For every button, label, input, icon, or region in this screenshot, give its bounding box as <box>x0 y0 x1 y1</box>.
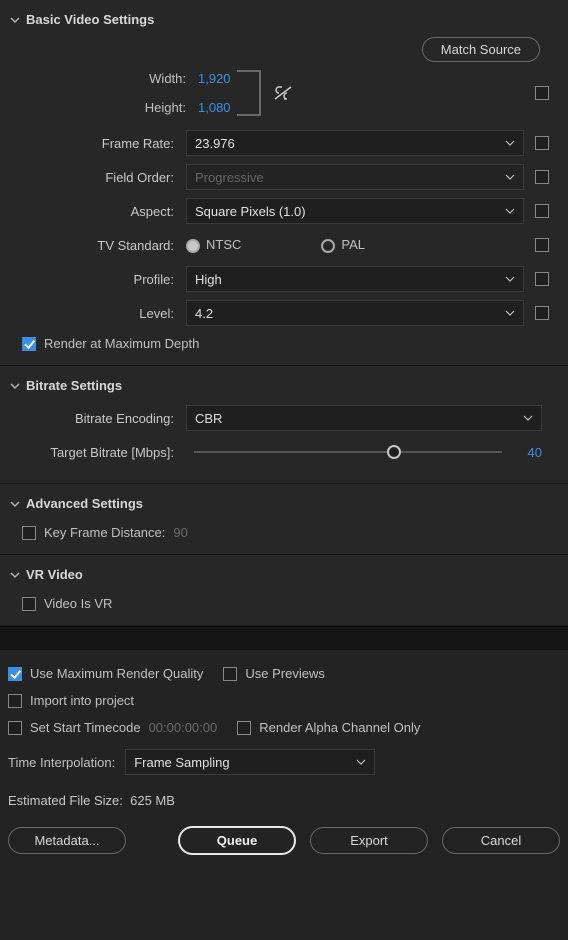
export-button[interactable]: Export <box>310 827 428 854</box>
time-interpolation-label: Time Interpolation: <box>8 755 115 770</box>
chevron-down-icon <box>505 306 515 321</box>
target-bitrate-label: Target Bitrate [Mbps]: <box>8 445 186 460</box>
target-bitrate-slider[interactable] <box>194 451 502 453</box>
aspect-label: Aspect: <box>8 204 186 219</box>
import-project-checkbox[interactable] <box>8 694 22 708</box>
chevron-down-icon <box>505 136 515 151</box>
chevron-down-icon[interactable] <box>10 499 20 509</box>
timecode-value: 00:00:00:00 <box>149 720 218 735</box>
footer: Use Maximum Render Quality Use Previews … <box>0 650 568 867</box>
frame-rate-dropdown[interactable]: 23.976 <box>186 130 524 156</box>
use-previews-checkbox[interactable] <box>223 667 237 681</box>
use-max-quality-label: Use Maximum Render Quality <box>30 666 203 681</box>
chevron-down-icon <box>505 204 515 219</box>
match-source-button[interactable]: Match Source <box>422 37 540 62</box>
render-max-depth-checkbox[interactable] <box>22 337 36 351</box>
divider <box>0 626 568 650</box>
set-start-timecode-label: Set Start Timecode <box>30 720 141 735</box>
section-basic-video: Basic Video Settings Match Source Width:… <box>0 0 568 366</box>
frame-rate-label: Frame Rate: <box>8 136 186 151</box>
tv-standard-label: TV Standard: <box>8 238 186 253</box>
profile-dropdown[interactable]: High <box>186 266 524 292</box>
keyframe-distance-label: Key Frame Distance: <box>44 525 165 540</box>
chevron-down-icon[interactable] <box>10 381 20 391</box>
height-label: Height: <box>145 100 186 115</box>
tv-standard-lock-checkbox[interactable] <box>535 238 549 252</box>
keyframe-distance-value: 90 <box>173 525 187 540</box>
render-alpha-checkbox[interactable] <box>237 721 251 735</box>
ntsc-radio[interactable]: NTSC <box>186 237 241 253</box>
bitrate-encoding-label: Bitrate Encoding: <box>8 411 186 426</box>
chevron-down-icon <box>523 411 533 426</box>
field-order-lock-checkbox[interactable] <box>535 170 549 184</box>
field-order-label: Field Order: <box>8 170 186 185</box>
unlink-icon[interactable] <box>269 82 297 104</box>
width-label: Width: <box>149 71 186 86</box>
chevron-down-icon[interactable] <box>10 15 20 25</box>
target-bitrate-value[interactable]: 40 <box>510 445 560 460</box>
section-bitrate: Bitrate Settings Bitrate Encoding: CBR T… <box>0 366 568 484</box>
import-project-label: Import into project <box>30 693 134 708</box>
field-order-dropdown: Progressive <box>186 164 524 190</box>
link-bracket <box>237 70 261 116</box>
estimated-size-value: 625 MB <box>130 793 175 808</box>
dimensions-lock-checkbox[interactable] <box>535 86 549 100</box>
chevron-down-icon <box>505 170 515 185</box>
section-title: Basic Video Settings <box>26 12 154 27</box>
pal-radio[interactable]: PAL <box>321 237 365 253</box>
use-max-quality-checkbox[interactable] <box>8 667 22 681</box>
slider-thumb[interactable] <box>387 445 401 459</box>
width-value[interactable]: 1,920 <box>198 71 231 86</box>
keyframe-distance-checkbox[interactable] <box>22 526 36 540</box>
profile-lock-checkbox[interactable] <box>535 272 549 286</box>
time-interpolation-dropdown[interactable]: Frame Sampling <box>125 749 375 775</box>
dimensions-block: Width: Height: 1,920 1,080 <box>8 70 297 116</box>
estimated-size-label: Estimated File Size: <box>8 793 123 808</box>
chevron-down-icon <box>356 755 366 770</box>
render-max-depth-label: Render at Maximum Depth <box>44 336 199 351</box>
use-previews-label: Use Previews <box>245 666 324 681</box>
cancel-button[interactable]: Cancel <box>442 827 560 854</box>
queue-button[interactable]: Queue <box>178 826 296 855</box>
aspect-dropdown[interactable]: Square Pixels (1.0) <box>186 198 524 224</box>
level-label: Level: <box>8 306 186 321</box>
section-title: Bitrate Settings <box>26 378 122 393</box>
video-is-vr-checkbox[interactable] <box>22 597 36 611</box>
aspect-lock-checkbox[interactable] <box>535 204 549 218</box>
chevron-down-icon <box>505 272 515 287</box>
height-value[interactable]: 1,080 <box>198 100 231 115</box>
render-alpha-label: Render Alpha Channel Only <box>259 720 420 735</box>
frame-rate-lock-checkbox[interactable] <box>535 136 549 150</box>
section-vr: VR Video Video Is VR <box>0 555 568 626</box>
profile-label: Profile: <box>8 272 186 287</box>
section-advanced: Advanced Settings Key Frame Distance: 90 <box>0 484 568 555</box>
level-lock-checkbox[interactable] <box>535 306 549 320</box>
section-title: Advanced Settings <box>26 496 143 511</box>
chevron-down-icon[interactable] <box>10 570 20 580</box>
bitrate-encoding-dropdown[interactable]: CBR <box>186 405 542 431</box>
section-title: VR Video <box>26 567 83 582</box>
metadata-button[interactable]: Metadata... <box>8 827 126 854</box>
set-start-timecode-checkbox[interactable] <box>8 721 22 735</box>
video-is-vr-label: Video Is VR <box>44 596 112 611</box>
level-dropdown[interactable]: 4.2 <box>186 300 524 326</box>
